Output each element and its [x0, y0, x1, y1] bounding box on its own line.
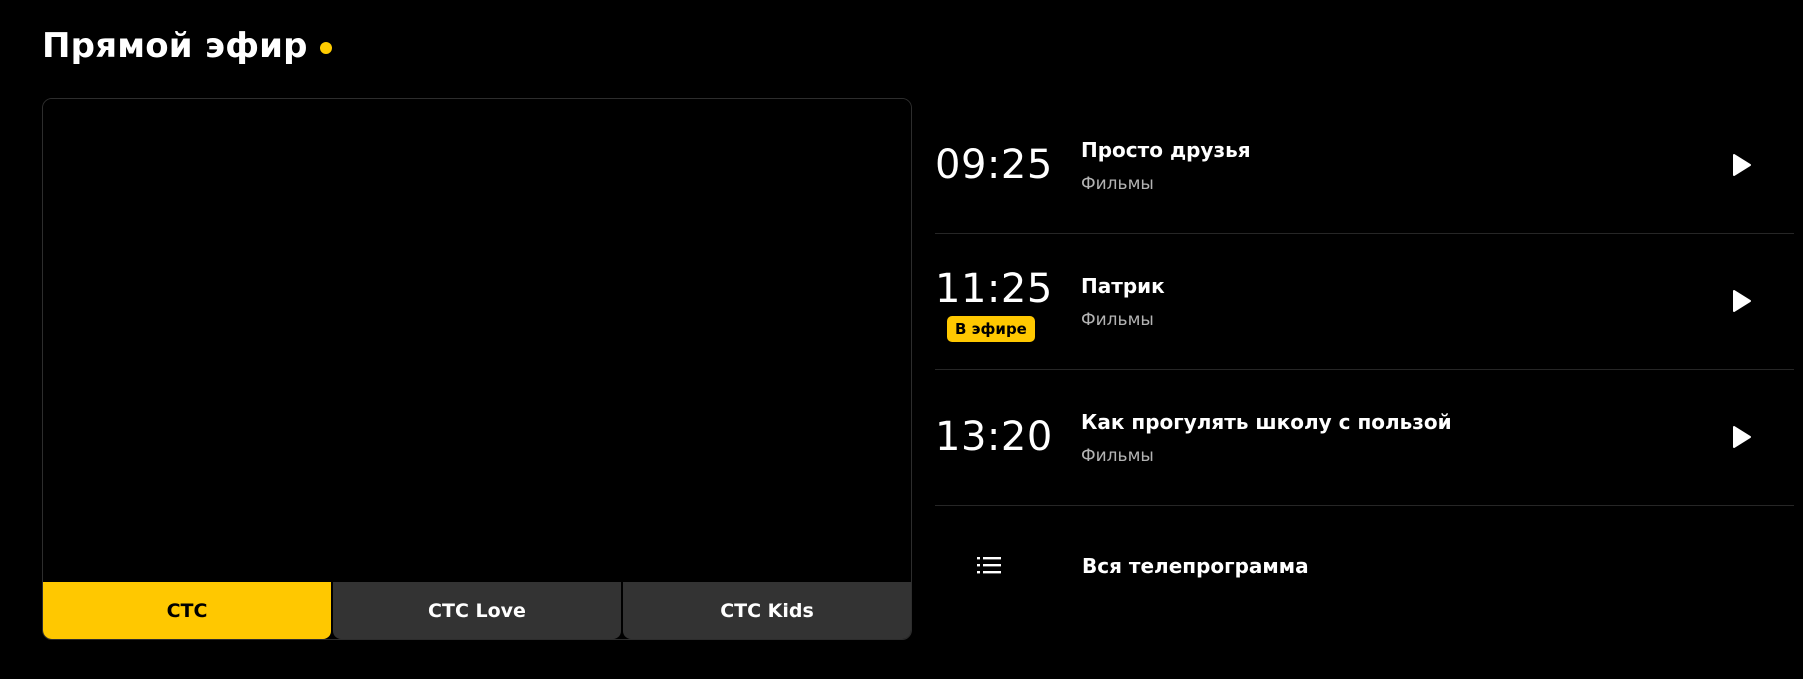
video-screen[interactable]: [43, 99, 911, 583]
channel-tab-sts-love[interactable]: СТС Love: [333, 582, 621, 639]
program-time: 13:20: [935, 414, 1053, 460]
play-icon[interactable]: [1728, 152, 1754, 178]
live-tv-section: Прямой эфир СТС СТС Love СТС Kids 09:25 …: [0, 0, 1803, 679]
program-genre: Фильмы: [1081, 174, 1154, 194]
live-indicator-dot: [319, 42, 332, 54]
play-icon[interactable]: [1728, 424, 1754, 450]
program-title[interactable]: Просто друзья: [1081, 138, 1251, 162]
all-programs-link[interactable]: Вся телепрограмма: [935, 506, 1794, 642]
program-genre: Фильмы: [1081, 310, 1154, 330]
all-programs-label[interactable]: Вся телепрограмма: [1082, 554, 1309, 578]
play-icon[interactable]: [1728, 288, 1754, 314]
program-title[interactable]: Как прогулять школу с пользой: [1081, 410, 1452, 434]
page-title-text: Прямой эфир: [42, 26, 308, 66]
schedule-row[interactable]: 09:25 Просто друзья Фильмы: [935, 98, 1794, 234]
program-time: 11:25: [935, 266, 1053, 312]
program-genre: Фильмы: [1081, 446, 1154, 466]
page-title: Прямой эфир: [42, 26, 332, 66]
channel-tabs: СТС СТС Love СТС Kids: [43, 582, 911, 639]
schedule-row-live[interactable]: 11:25 В эфире Патрик Фильмы: [935, 234, 1794, 370]
video-player[interactable]: СТС СТС Love СТС Kids: [42, 98, 912, 640]
channel-tab-sts[interactable]: СТС: [43, 582, 331, 639]
schedule-row[interactable]: 13:20 Как прогулять школу с пользой Филь…: [935, 370, 1794, 506]
channel-tab-sts-kids[interactable]: СТС Kids: [623, 582, 911, 639]
on-air-badge: В эфире: [947, 316, 1035, 342]
tv-schedule: 09:25 Просто друзья Фильмы 11:25 В эфире…: [935, 98, 1794, 642]
list-icon: [977, 557, 1001, 574]
program-title[interactable]: Патрик: [1081, 274, 1165, 298]
program-time: 09:25: [935, 142, 1053, 188]
